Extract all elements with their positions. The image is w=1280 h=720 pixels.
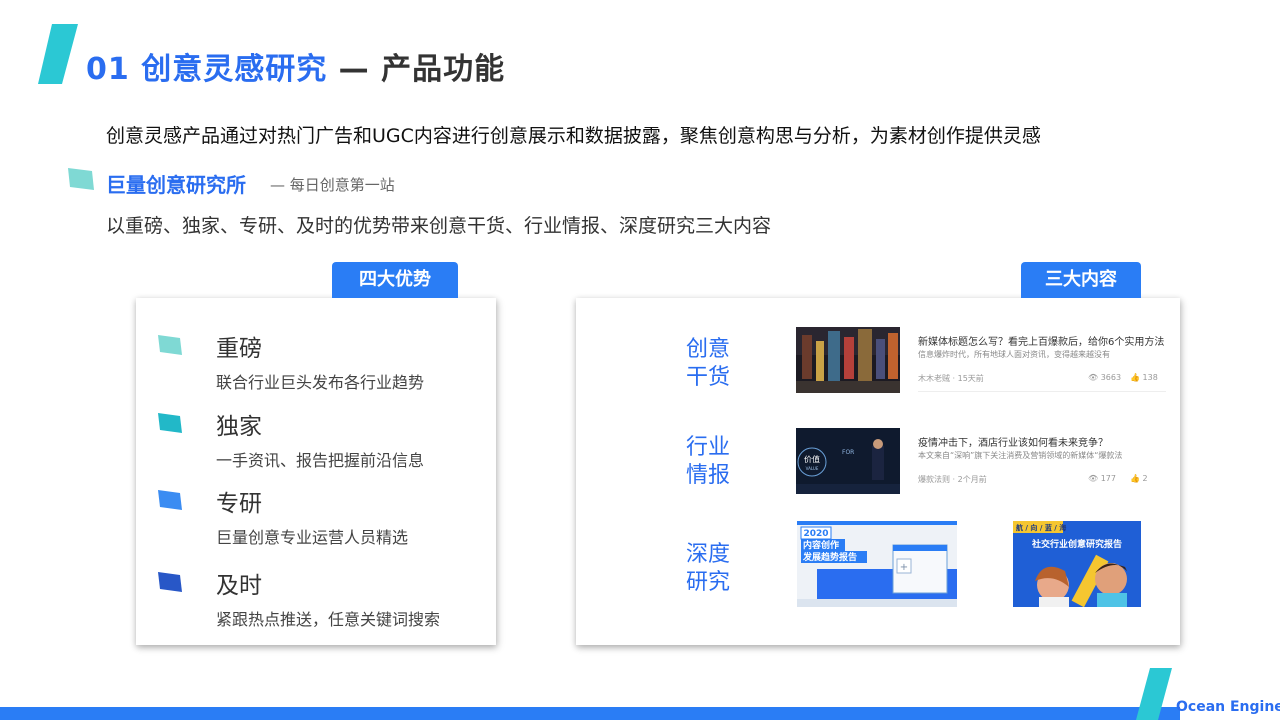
article-snippet: 本文来自“深响”旗下关注消费及营销领域的新媒体“爆款法: [918, 451, 1123, 460]
views-count: 177: [1100, 474, 1116, 483]
article-title: 疫情冲击下，酒店行业该如何看未来竞争？: [918, 438, 1108, 449]
advantage-name: 重磅: [216, 336, 262, 362]
footer-bar: [0, 707, 1180, 720]
category-line: 行业: [686, 435, 731, 460]
category-line: 创意: [686, 337, 731, 362]
report-title-line: 内容创作: [803, 539, 839, 551]
advantage-marker-icon: [158, 413, 182, 433]
report-year: 2020: [803, 529, 828, 539]
article-views: 👁 177: [1088, 474, 1116, 483]
advantage-item: 及时 紧跟热点推送，任意关键词搜索: [158, 568, 478, 629]
report-kicker: 航 / 向 / 蓝 / 海: [1016, 523, 1066, 532]
views-count: 3663: [1100, 373, 1122, 382]
advantage-desc: 紧跟热点推送，任意关键词搜索: [216, 610, 441, 629]
advantage-desc: 一手资讯、报告把握前沿信息: [216, 451, 425, 470]
title-accent-shape: [38, 24, 78, 84]
article-meta: 木木老贼 · 15天前: [918, 374, 984, 383]
content-category-label: 创意 干货: [686, 336, 736, 392]
advantage-item: 专研 巨量创意专业运营人员精选: [158, 486, 478, 547]
thumb-text: FOR: [842, 449, 854, 456]
advantage-desc: 巨量创意专业运营人员精选: [216, 528, 409, 547]
article-thumbnail: 价值 VALUE FOR: [796, 428, 900, 494]
advantage-name: 及时: [216, 573, 262, 599]
brand-logo-text: Ocean Engine: [1176, 699, 1280, 715]
svg-text:+: +: [900, 562, 908, 573]
advantage-name: 专研: [216, 491, 262, 517]
article-likes: 👍 138: [1130, 373, 1158, 382]
title-number: 01 创意灵感研究: [86, 52, 328, 87]
advantage-item: 独家 一手资讯、报告把握前沿信息: [158, 409, 478, 470]
article-thumbnail: [796, 327, 900, 393]
advantage-desc: 联合行业巨头发布各行业趋势: [216, 373, 425, 392]
lab-tagline: — 每日创意第一站: [270, 176, 395, 194]
advantage-marker-icon: [158, 572, 182, 592]
page-title: 01 创意灵感研究 — 产品功能: [86, 44, 505, 88]
article-divider: [918, 391, 1166, 392]
advantage-marker-icon: [158, 335, 182, 355]
advantage-item: 重磅 联合行业巨头发布各行业趋势: [158, 331, 478, 392]
thumb-text: VALUE: [806, 466, 819, 471]
article-snippet: 信息爆炸时代，所有地球人面对资讯，变得越来越没有: [918, 350, 1110, 359]
lab-name: 巨量创意研究所: [106, 173, 246, 197]
advantages-tab: 四大优势: [332, 262, 458, 298]
article-views: 👁 3663: [1088, 373, 1122, 382]
category-line: 干货: [686, 365, 731, 390]
lab-marker-icon: [68, 168, 94, 190]
title-subject: — 产品功能: [327, 52, 506, 87]
category-line: 深度: [686, 542, 731, 567]
report-cover[interactable]: 航 / 向 / 蓝 / 海 社交行业创意研究报告: [1013, 521, 1141, 607]
article-meta: 爆款法则 · 2个月前: [918, 475, 987, 484]
article-card[interactable]: 新媒体标题怎么写？看完上百爆款后，给你6个实用方法 信息爆炸时代，所有地球人面对…: [796, 327, 1166, 393]
advantage-marker-icon: [158, 490, 182, 510]
likes-count: 2: [1142, 474, 1148, 483]
report-cover[interactable]: 2020 内容创作 发展趋势报告 +: [797, 521, 957, 607]
brand-accent-shape: [1136, 668, 1172, 720]
category-line: 研究: [686, 570, 731, 595]
contents-tab: 三大内容: [1021, 262, 1141, 298]
report-title: 社交行业创意研究报告: [1031, 538, 1122, 550]
article-card[interactable]: 价值 VALUE FOR 疫情冲击下，酒店行业该如何看未来竞争？ 本文来自“深响…: [796, 428, 1166, 494]
advantage-name: 独家: [216, 414, 262, 440]
article-title: 新媒体标题怎么写？看完上百爆款后，给你6个实用方法: [918, 337, 1165, 348]
lab-description: 以重磅、独家、专研、及时的优势带来创意干货、行业情报、深度研究三大内容: [106, 215, 772, 237]
intro-text: 创意灵感产品通过对热门广告和UGC内容进行创意展示和数据披露，聚焦创意构思与分析…: [106, 125, 1041, 147]
thumb-text: 价值: [804, 454, 820, 464]
content-category-label: 深度 研究: [686, 541, 736, 597]
content-category-label: 行业 情报: [686, 434, 736, 490]
report-title-line: 发展趋势报告: [802, 551, 857, 563]
category-line: 情报: [686, 463, 731, 488]
likes-count: 138: [1142, 373, 1158, 382]
article-likes: 👍 2: [1130, 474, 1148, 483]
